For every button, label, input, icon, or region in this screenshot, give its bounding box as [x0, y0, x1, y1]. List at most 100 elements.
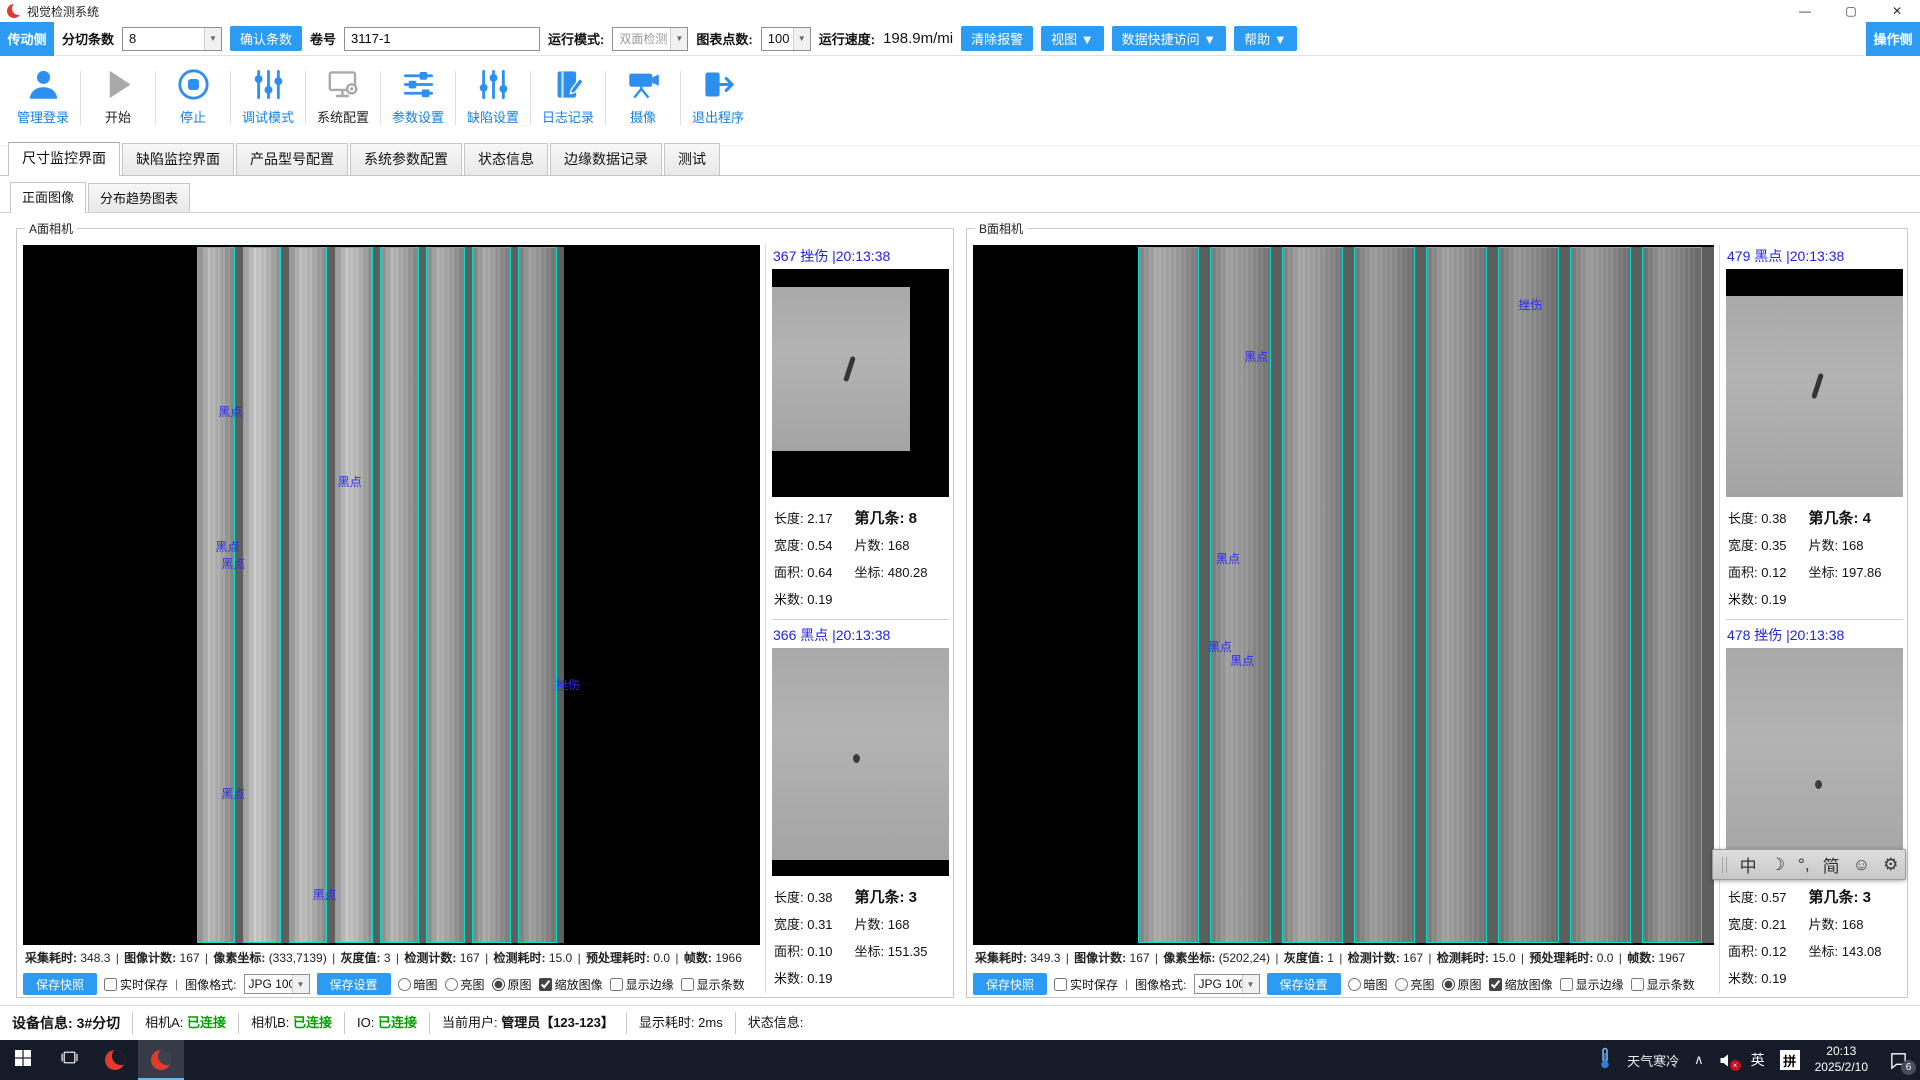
ime-item-3[interactable]: 简 — [1823, 852, 1840, 877]
ime-mode-badge[interactable]: 拼 — [1780, 1050, 1800, 1070]
image-mode-radio-dark[interactable]: 暗图 — [398, 976, 438, 993]
admin-login-button[interactable]: 管理登录 — [10, 65, 76, 128]
roll-number-input[interactable] — [344, 27, 540, 51]
image-mode-radio-bright-input[interactable] — [445, 978, 458, 991]
run-mode-select[interactable]: 双面检测 — [612, 27, 688, 51]
notification-icon[interactable]: 6 — [1889, 1051, 1908, 1070]
tab-edge-data[interactable]: 边缘数据记录 — [550, 143, 662, 175]
image-format-select[interactable]: JPG 100 — [1194, 974, 1260, 994]
realtime-save-checkbox-input[interactable] — [1054, 978, 1067, 991]
tray-expand-icon[interactable]: ∧ — [1694, 1052, 1704, 1068]
tab-status-info[interactable]: 状态信息 — [464, 143, 548, 175]
start-button[interactable]: 开始 — [85, 65, 151, 128]
defect-field: 片数: 168 — [1809, 532, 1904, 559]
monitor-gear-icon — [326, 67, 361, 102]
maximize-button[interactable]: ▢ — [1828, 0, 1874, 22]
log-record-button[interactable]: 日志记录 — [535, 65, 601, 128]
confirm-count-button[interactable]: 确认条数 — [230, 26, 302, 51]
tab-test[interactable]: 测试 — [664, 143, 720, 175]
save-snapshot-button[interactable]: 保存快照 — [23, 973, 97, 995]
image-format-select[interactable]: JPG 100 — [244, 974, 310, 994]
camera-b-stat-line: 采集耗时: 349.3 | 图像计数: 167 | 像素坐标: (5202,24… — [975, 949, 1714, 969]
subtab-trend-chart[interactable]: 分布趋势图表 — [88, 183, 190, 212]
weather-text[interactable]: 天气寒冷 — [1627, 1051, 1679, 1070]
image-mode-radio-orig-input[interactable] — [1442, 978, 1455, 991]
ime-item-1[interactable]: ☽ — [1770, 855, 1785, 875]
display-option-zoom-checkbox[interactable]: 缩放图像 — [539, 976, 603, 993]
display-option-edge-input[interactable] — [1560, 978, 1573, 991]
defect-card[interactable]: 367 挫伤 |20:13:38长度: 2.17宽度: 0.54面积: 0.64… — [772, 245, 949, 613]
view-menu-button[interactable]: 视图 ▼ — [1041, 26, 1103, 51]
clock[interactable]: 20:13 2025/2/10 — [1815, 1044, 1868, 1075]
display-option-count-checkbox[interactable]: 显示条数 — [1631, 976, 1695, 993]
image-mode-radio-dark-input[interactable] — [1348, 978, 1361, 991]
ime-item-2[interactable]: °, — [1798, 855, 1810, 875]
operator-side-button[interactable]: 操作侧 — [1866, 22, 1920, 56]
close-button[interactable]: ✕ — [1874, 0, 1920, 22]
tab-defect-monitor[interactable]: 缺陷监控界面 — [122, 143, 234, 175]
image-mode-radio-bright[interactable]: 亮图 — [445, 976, 485, 993]
ime-item-0[interactable]: 中 — [1740, 852, 1757, 877]
volume-muted-icon[interactable] — [1719, 1053, 1736, 1068]
slit-strip — [1138, 247, 1198, 943]
chart-points-select[interactable]: 100 — [761, 27, 811, 51]
ime-item-4[interactable]: ☺ — [1853, 855, 1870, 875]
help-menu-button[interactable]: 帮助 ▼ — [1234, 26, 1296, 51]
realtime-save-checkbox[interactable]: 实时保存 — [104, 976, 168, 993]
display-option-zoom-input[interactable] — [1489, 978, 1502, 991]
tab-product-model[interactable]: 产品型号配置 — [236, 143, 348, 175]
realtime-save-checkbox[interactable]: 实时保存 — [1054, 976, 1118, 993]
display-time: 显示耗时: 2ms — [627, 1012, 736, 1034]
image-mode-radio-bright-input[interactable] — [1395, 978, 1408, 991]
save-settings-button[interactable]: 保存设置 — [317, 973, 391, 995]
display-option-zoom-input[interactable] — [539, 978, 552, 991]
defect-settings-button[interactable]: 缺陷设置 — [460, 65, 526, 128]
stop-button[interactable]: 停止 — [160, 65, 226, 128]
start-button[interactable] — [0, 1040, 46, 1080]
tab-size-monitor[interactable]: 尺寸监控界面 — [8, 142, 120, 176]
quick-data-menu-button[interactable]: 数据快捷访问 ▼ — [1112, 26, 1226, 51]
ime-toolbar[interactable]: 中 ☽ °, 简 ☺ ⚙ — [1712, 849, 1906, 880]
image-mode-radio-orig[interactable]: 原图 — [492, 976, 532, 993]
display-option-count-input[interactable] — [681, 978, 694, 991]
task-view-button[interactable] — [46, 1040, 92, 1080]
param-settings-button[interactable]: 参数设置 — [385, 65, 451, 128]
minimize-button[interactable]: — — [1782, 0, 1828, 22]
defect-overlay-label: 黑点 — [221, 555, 245, 572]
param-settings-button-label: 参数设置 — [392, 107, 444, 126]
image-mode-radio-orig[interactable]: 原图 — [1442, 976, 1482, 993]
tab-system-params[interactable]: 系统参数配置 — [350, 143, 462, 175]
app-taskbar-icon-active[interactable] — [138, 1040, 184, 1080]
display-option-count-input[interactable] — [1631, 978, 1644, 991]
image-mode-radio-dark[interactable]: 暗图 — [1348, 976, 1388, 993]
display-option-edge-checkbox[interactable]: 显示边缘 — [1560, 976, 1624, 993]
save-snapshot-button[interactable]: 保存快照 — [973, 973, 1047, 995]
app-taskbar-icon[interactable] — [92, 1040, 138, 1080]
defect-card[interactable]: 366 黑点 |20:13:38长度: 0.38宽度: 0.31面积: 0.10… — [772, 619, 949, 992]
current-user: 当前用户: 管理员【123-123】 — [430, 1012, 627, 1034]
display-option-edge-input[interactable] — [610, 978, 623, 991]
display-option-zoom-checkbox[interactable]: 缩放图像 — [1489, 976, 1553, 993]
slit-count-select[interactable]: 8 — [122, 27, 222, 51]
display-option-edge-checkbox[interactable]: 显示边缘 — [610, 976, 674, 993]
image-mode-radio-bright[interactable]: 亮图 — [1395, 976, 1435, 993]
camera-b-controls: 保存快照实时保存|图像格式:JPG 100保存设置暗图亮图原图缩放图像显示边缘显… — [973, 972, 1721, 996]
clear-alarm-button[interactable]: 清除报警 — [961, 26, 1033, 51]
exit-button[interactable]: 退出程序 — [685, 65, 751, 128]
display-option-count-checkbox[interactable]: 显示条数 — [681, 976, 745, 993]
subtab-front-image[interactable]: 正面图像 — [10, 182, 86, 213]
image-mode-radio-dark-input[interactable] — [398, 978, 411, 991]
defect-card[interactable]: 478 挫伤 |20:13:38长度: 0.57宽度: 0.21面积: 0.12… — [1726, 619, 1903, 992]
ime-language-indicator[interactable]: 英 — [1751, 1050, 1765, 1070]
system-config-button[interactable]: 系统配置 — [310, 65, 376, 128]
realtime-save-checkbox-input[interactable] — [104, 978, 117, 991]
image-mode-radio-orig-input[interactable] — [492, 978, 505, 991]
debug-mode-button[interactable]: 调试模式 — [235, 65, 301, 128]
capture-button[interactable]: 摄像 — [610, 65, 676, 128]
drive-side-button[interactable]: 传动侧 — [0, 22, 54, 56]
save-settings-button[interactable]: 保存设置 — [1267, 973, 1341, 995]
defect-card[interactable]: 479 黑点 |20:13:38长度: 0.38宽度: 0.35面积: 0.12… — [1726, 245, 1903, 613]
ime-item-5[interactable]: ⚙ — [1883, 855, 1898, 875]
system-tray: 天气寒冷 ∧ 英 拼 20:13 2025/2/10 6 — [1598, 1040, 1920, 1080]
chevron-down-icon — [670, 28, 687, 50]
